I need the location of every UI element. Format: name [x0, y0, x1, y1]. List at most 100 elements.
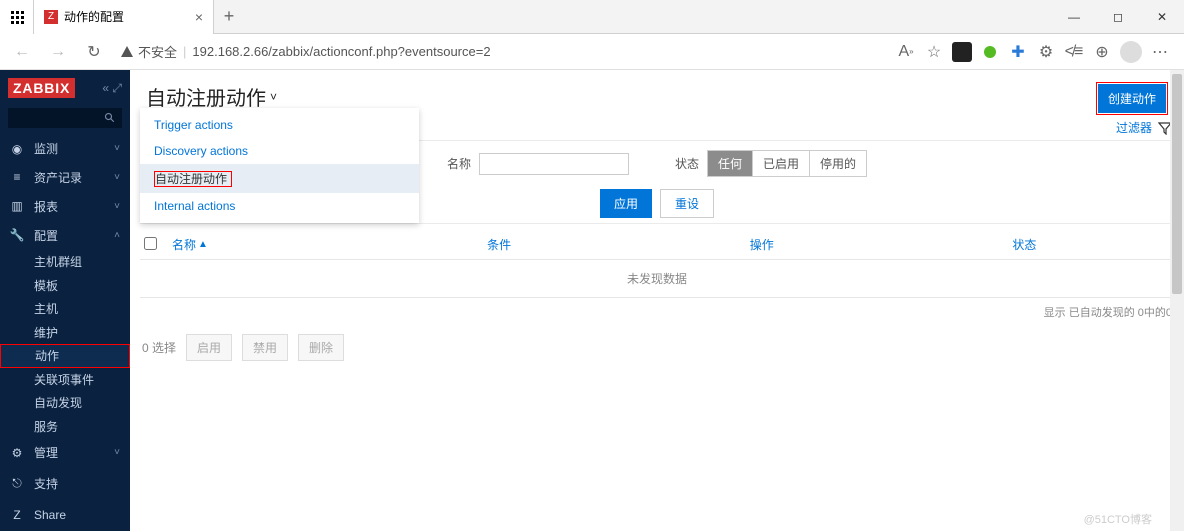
- sidebar-share[interactable]: Z Share: [0, 499, 130, 531]
- favorites-bar-icon[interactable]: ≮≡: [1064, 42, 1084, 62]
- dropdown-item-trigger[interactable]: Trigger actions: [140, 112, 419, 138]
- sidebar-sub-correlation[interactable]: 关联项事件: [0, 368, 130, 392]
- url-text: 192.168.2.66/zabbix/actionconf.php?event…: [192, 44, 490, 59]
- back-button[interactable]: ←: [8, 38, 36, 66]
- forward-button[interactable]: →: [44, 38, 72, 66]
- select-all-checkbox[interactable]: [144, 237, 157, 250]
- settings-gear-icon[interactable]: ⚙: [1036, 42, 1056, 62]
- filter-name-input[interactable]: [479, 153, 629, 175]
- chevron-down-icon: ˅: [114, 143, 120, 154]
- sidebar-sub-discovery[interactable]: 自动发现: [0, 391, 130, 415]
- state-segment: 任何 已启用 停用的: [707, 150, 867, 177]
- refresh-button[interactable]: ↻: [80, 38, 108, 66]
- page-title-dropdown[interactable]: 自动注册动作 ˅: [146, 82, 277, 111]
- sidebar-item-inventory[interactable]: ≡ 资产记录 ˅: [0, 163, 130, 192]
- sidebar-sub-hosts[interactable]: 主机: [0, 297, 130, 321]
- sidebar-sub-maintenance[interactable]: 维护: [0, 320, 130, 344]
- chevron-down-icon: ˅: [114, 201, 120, 212]
- sidebar-sub-hostgroups[interactable]: 主机群组: [0, 250, 130, 274]
- sidebar-label: 资产记录: [34, 169, 82, 186]
- eye-icon: ◉: [10, 142, 24, 156]
- support-icon: ⎋: [10, 476, 24, 490]
- sidebar-collapse-icon[interactable]: « ⤢: [102, 81, 122, 96]
- reset-button[interactable]: 重设: [660, 189, 714, 218]
- minimize-button[interactable]: —: [1052, 0, 1096, 33]
- bulk-delete-button[interactable]: 删除: [298, 334, 344, 361]
- col-name[interactable]: 名称▲: [172, 236, 487, 253]
- zabbix-favicon: Z: [44, 10, 58, 24]
- filter-state-label: 状态: [675, 155, 699, 172]
- favorite-icon[interactable]: ☆: [924, 42, 944, 62]
- address-bar: ← → ↻ 不安全 | 192.168.2.66/zabbix/actionco…: [0, 34, 1184, 70]
- empty-row: 未发现数据: [140, 260, 1174, 298]
- sidebar-label: Share: [34, 508, 66, 522]
- chevron-down-icon: ˅: [114, 172, 120, 183]
- sidebar-label: 监测: [34, 140, 58, 157]
- apply-button[interactable]: 应用: [600, 189, 652, 218]
- close-window-button[interactable]: ✕: [1140, 0, 1184, 33]
- new-tab-button[interactable]: +: [214, 6, 244, 27]
- dropdown-item-internal[interactable]: Internal actions: [140, 193, 419, 219]
- seg-disabled[interactable]: 停用的: [809, 151, 866, 176]
- filter-label: 过滤器: [1116, 119, 1152, 136]
- seg-enabled[interactable]: 已启用: [752, 151, 809, 176]
- maximize-button[interactable]: ◻: [1096, 0, 1140, 33]
- sidebar-search[interactable]: [8, 108, 122, 128]
- ext3-icon[interactable]: ✚: [1008, 42, 1028, 62]
- sidebar-sub-services[interactable]: 服务: [0, 415, 130, 439]
- dropdown-item-label: 自动注册动作: [154, 171, 232, 187]
- col-operation[interactable]: 操作: [750, 236, 1013, 253]
- grid-icon: [10, 10, 24, 24]
- search-icon: [104, 112, 116, 124]
- col-condition[interactable]: 条件: [487, 236, 750, 253]
- app-drawer-button[interactable]: [0, 0, 34, 34]
- security-indicator: 不安全: [120, 42, 177, 61]
- text-size-icon[interactable]: A»: [896, 42, 916, 62]
- create-annotation: 创建动作: [1096, 82, 1168, 115]
- page-title: 自动注册动作: [146, 82, 266, 111]
- sidebar-label: 配置: [34, 227, 58, 244]
- filter-name-label: 名称: [447, 155, 471, 172]
- dropdown-item-autoreg[interactable]: 自动注册动作: [140, 164, 419, 193]
- wrench-icon: 🔧: [10, 228, 24, 242]
- sidebar-sub-actions[interactable]: 动作: [0, 344, 130, 368]
- window-controls: — ◻ ✕: [1052, 0, 1184, 33]
- scroll-thumb[interactable]: [1172, 74, 1182, 294]
- sidebar-label: 报表: [34, 198, 58, 215]
- table-header: 名称▲ 条件 操作 状态: [140, 230, 1174, 260]
- close-tab-icon[interactable]: ×: [195, 9, 203, 25]
- ext1-icon[interactable]: [952, 42, 972, 62]
- sidebar-item-admin[interactable]: ⚙ 管理 ˅: [0, 438, 130, 467]
- zabbix-logo[interactable]: ZABBIX: [8, 78, 75, 98]
- more-icon[interactable]: ⋯: [1150, 42, 1170, 62]
- col-status[interactable]: 状态: [1012, 236, 1170, 253]
- warning-icon: [120, 45, 134, 59]
- ext2-icon[interactable]: [980, 42, 1000, 62]
- chart-icon: ▥: [10, 199, 24, 213]
- browser-tab[interactable]: Z 动作的配置 ×: [34, 0, 214, 34]
- sidebar-item-monitor[interactable]: ◉ 监测 ˅: [0, 134, 130, 163]
- sidebar-sub-templates[interactable]: 模板: [0, 273, 130, 297]
- watermark: @51CTO博客: [1084, 511, 1152, 527]
- bulk-actions: 0 选择 启用 禁用 删除: [130, 326, 1184, 369]
- sort-asc-icon: ▲: [198, 239, 208, 250]
- url-field[interactable]: 不安全 | 192.168.2.66/zabbix/actionconf.php…: [116, 42, 888, 61]
- create-action-button[interactable]: 创建动作: [1098, 84, 1166, 113]
- sidebar-item-reports[interactable]: ▥ 报表 ˅: [0, 192, 130, 221]
- sidebar-item-config[interactable]: 🔧 配置 ˄: [0, 221, 130, 250]
- logo-row: ZABBIX « ⤢: [0, 70, 130, 106]
- dropdown-item-discovery[interactable]: Discovery actions: [140, 138, 419, 164]
- seg-any[interactable]: 任何: [708, 151, 752, 176]
- bulk-enable-button[interactable]: 启用: [186, 334, 232, 361]
- chevron-down-icon: ˅: [114, 447, 120, 458]
- vertical-scrollbar[interactable]: [1170, 70, 1184, 531]
- profile-avatar[interactable]: [1120, 41, 1142, 63]
- share-icon: Z: [10, 508, 24, 522]
- table-summary: 显示 已自动发现的 0中的0: [130, 298, 1184, 326]
- collections-icon[interactable]: ⊕: [1092, 42, 1112, 62]
- sidebar-label: 管理: [34, 444, 58, 461]
- filter-toggle[interactable]: 过滤器: [1116, 119, 1172, 136]
- gear-icon: ⚙: [10, 446, 24, 460]
- bulk-disable-button[interactable]: 禁用: [242, 334, 288, 361]
- sidebar-support[interactable]: ⎋ 支持: [0, 467, 130, 499]
